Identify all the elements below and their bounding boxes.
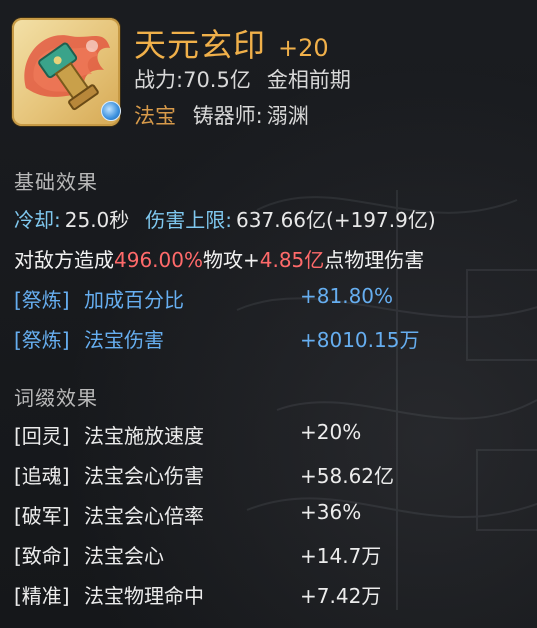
maker-name: 溺渊 [266, 104, 309, 128]
power-label: 战力: [134, 68, 184, 92]
refine-value: +81.80% [300, 284, 394, 308]
affix-row: [回灵] 法宝施放速度 +20% [14, 420, 514, 448]
affix-name: 法宝物理命中 [84, 584, 204, 608]
refine-value: +8010.15万 [300, 328, 420, 352]
affix-name: 法宝会心伤害 [84, 464, 204, 488]
affix-tag: [精准] [14, 584, 70, 608]
damage-cap-value: 637.66亿(+197.9亿) [236, 208, 436, 232]
affix-value: +7.42万 [300, 584, 382, 608]
affix-value: +14.7万 [300, 544, 382, 568]
maker-label: 铸器师: [192, 104, 263, 128]
damage-mid: 物攻+ [202, 248, 260, 272]
affix-effect-title: 词缀效果 [14, 386, 98, 410]
cooldown-value: 25.0秒 [64, 208, 130, 232]
affix-tag: [破军] [14, 504, 70, 528]
cooldown-label: 冷却: [14, 208, 61, 232]
affix-tag: [回灵] [14, 424, 70, 448]
affix-value: +36% [300, 500, 362, 524]
item-tooltip-panel: 天元玄印 +20 战力:70.5亿 金相前期 法宝 铸器师: 溺渊 基础效果 冷却: 2… [0, 0, 537, 628]
damage-suffix: 点物理伤害 [324, 248, 425, 272]
item-title: 天元玄印 +20 [134, 20, 329, 66]
item-level: +20 [278, 34, 329, 62]
item-name: 天元玄印 [134, 26, 267, 64]
damage-prefix: 对敌方造成 [14, 248, 114, 272]
affix-row: [破军] 法宝会心倍率 +36% [14, 500, 514, 528]
refine-row: [祭炼] 法宝伤害 +8010.15万 [14, 324, 514, 352]
affix-tag: [致命] [14, 544, 70, 568]
stage-label: 金相前期 [266, 68, 351, 92]
damage-description: 对敌方造成496.00%物攻+4.85亿点物理伤害 [14, 244, 424, 273]
refine-name: 加成百分比 [84, 288, 184, 312]
affix-name: 法宝会心倍率 [84, 504, 204, 528]
refine-row: [祭炼] 加成百分比 +81.80% [14, 284, 514, 312]
power-value: 70.5亿 [183, 68, 251, 92]
damage-percent: 496.00% [114, 248, 203, 272]
base-effect-title: 基础效果 [14, 170, 98, 194]
damage-flat: 4.85亿 [259, 248, 325, 272]
affix-row: [精准] 法宝物理命中 +7.42万 [14, 580, 514, 608]
affix-name: 法宝施放速度 [84, 424, 204, 448]
refine-tag: [祭炼] [14, 328, 70, 352]
blue-orb-badge-icon [101, 101, 121, 121]
type-row: 法宝 铸器师: 溺渊 [134, 100, 309, 130]
affix-value: +58.62亿 [300, 464, 395, 488]
affix-name: 法宝会心 [84, 544, 164, 568]
affix-tag: [追魂] [14, 464, 70, 488]
cooldown-row: 冷却: 25.0秒 伤害上限: 637.66亿(+197.9亿) [14, 204, 436, 233]
affix-row: [致命] 法宝会心 +14.7万 [14, 540, 514, 568]
item-type: 法宝 [134, 104, 176, 128]
refine-name: 法宝伤害 [84, 328, 164, 352]
affix-value: +20% [300, 420, 362, 444]
affix-row: [追魂] 法宝会心伤害 +58.62亿 [14, 460, 514, 488]
power-row: 战力:70.5亿 金相前期 [134, 64, 351, 94]
damage-cap-label: 伤害上限: [145, 208, 233, 232]
refine-tag: [祭炼] [14, 288, 70, 312]
